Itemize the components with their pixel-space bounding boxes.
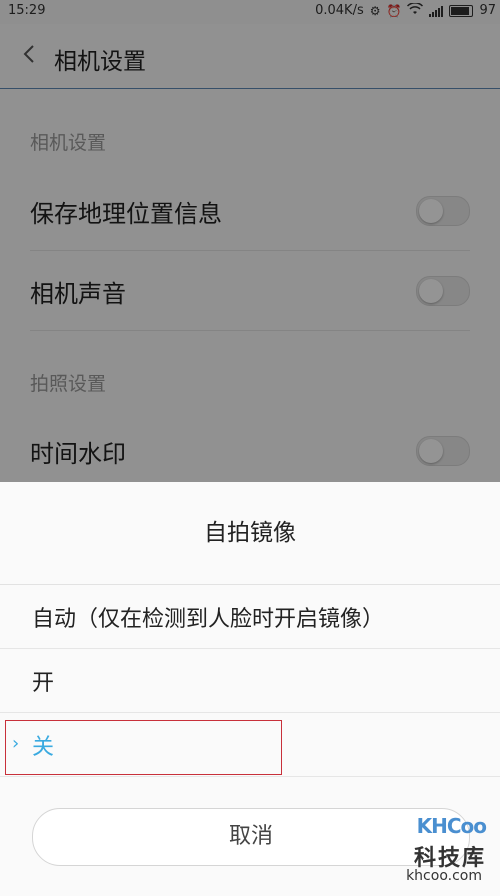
watermark-url: khcoo.com xyxy=(406,868,482,884)
watermark-logo: KHCoo xyxy=(416,814,487,838)
option-label: 开 xyxy=(32,671,55,696)
option-on[interactable]: 开 xyxy=(0,649,500,713)
highlight-box xyxy=(5,720,282,775)
sheet-title: 自拍镜像 xyxy=(0,482,500,585)
screen: 15:29 0.04K/s ⚙ ⏰ 97 相机设置 相机设置 保存地理位置信息 … xyxy=(0,0,500,896)
watermark: KHCoo 科技库 khcoo.com xyxy=(396,814,490,890)
modal-overlay[interactable] xyxy=(0,0,500,482)
option-auto[interactable]: 自动（仅在检测到人脸时开启镜像） xyxy=(0,585,500,649)
option-label: 自动（仅在检测到人脸时开启镜像） xyxy=(32,607,385,632)
